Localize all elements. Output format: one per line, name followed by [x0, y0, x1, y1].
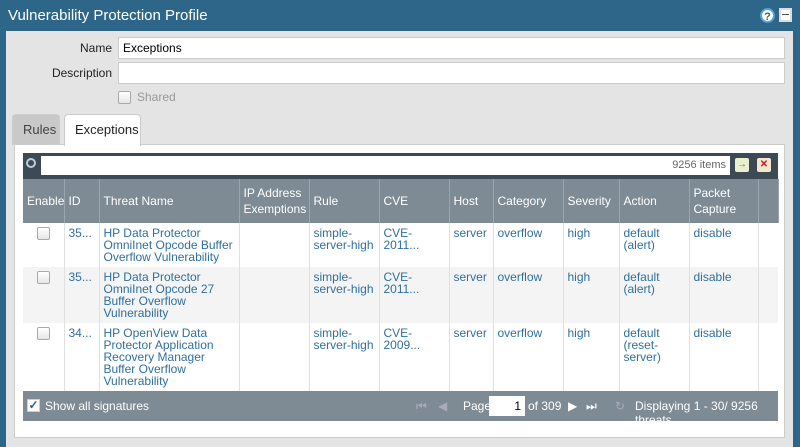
description-label: Description [51, 66, 112, 80]
background-strip [793, 31, 800, 447]
name-input[interactable]: Exceptions [118, 37, 785, 59]
host-cell[interactable]: server [449, 323, 494, 391]
column-enable[interactable]: Enable [23, 179, 65, 223]
threat-cell[interactable]: HP Data Protector OmniInet Opcode Buffer… [99, 223, 240, 267]
category-cell[interactable]: overflow [493, 267, 564, 323]
enable-cell [23, 223, 65, 267]
capture-cell[interactable]: disable [689, 223, 759, 267]
window-title: Vulnerability Protection Profile [8, 7, 208, 24]
threat-cell[interactable]: HP OpenView Data Protector Application R… [99, 323, 240, 391]
clear-filter-icon[interactable]: ✕ [757, 158, 771, 172]
show-all-checkbox[interactable]: ✓ [27, 399, 40, 412]
shared-label: Shared [137, 90, 176, 104]
tab-rules[interactable]: Rules [12, 114, 60, 145]
exceptions-grid: 9256 items → ✕ Enable ID Threat Name IP … [23, 153, 779, 427]
window-titlebar: Vulnerability Protection Profile ? [0, 0, 800, 31]
table-header: Enable ID Threat Name IP Address Exempti… [23, 179, 779, 223]
rule-cell[interactable]: simple-server-high [309, 267, 380, 323]
cve-cell[interactable]: CVE-2011... [379, 223, 450, 267]
category-cell[interactable]: overflow [493, 223, 564, 267]
severity-cell[interactable]: high [563, 267, 620, 323]
host-cell[interactable]: server [449, 223, 494, 267]
id-cell[interactable]: 35... [64, 267, 100, 323]
help-icon[interactable]: ? [760, 8, 775, 23]
enable-checkbox[interactable] [36, 227, 50, 240]
tab-exceptions[interactable]: Exceptions [64, 114, 141, 146]
severity-cell[interactable]: high [563, 323, 620, 391]
action-cell[interactable]: default (alert) [619, 223, 690, 267]
category-cell[interactable]: overflow [493, 323, 564, 391]
rule-cell[interactable]: simple-server-high [309, 223, 380, 267]
id-cell[interactable]: 35... [64, 223, 100, 267]
shared-checkbox[interactable] [118, 90, 131, 104]
column-action[interactable]: Action [619, 179, 690, 223]
enable-checkbox[interactable] [36, 327, 50, 340]
apply-filter-icon[interactable]: → [735, 158, 749, 172]
capture-cell[interactable]: disable [689, 323, 759, 391]
column-rule[interactable]: Rule [309, 179, 380, 223]
page-total: of 309 [528, 399, 562, 413]
maximize-icon[interactable] [779, 8, 792, 22]
shared-option: Shared [118, 90, 176, 104]
column-severity[interactable]: Severity [563, 179, 620, 223]
rule-cell[interactable]: simple-server-high [309, 323, 380, 391]
column-ip-exemptions[interactable]: IP Address Exemptions [239, 179, 310, 223]
description-input[interactable] [118, 62, 785, 84]
first-page-icon[interactable]: ⏮ [416, 399, 427, 414]
dialog-body: Name Exceptions Description Shared Rules… [6, 31, 793, 447]
page-input[interactable]: 1 [489, 396, 525, 416]
next-page-icon[interactable]: ▶ [568, 399, 577, 413]
search-icon [26, 158, 36, 168]
action-cell[interactable]: default (alert) [619, 267, 690, 323]
cve-cell[interactable]: CVE-2009... [379, 323, 450, 391]
table-row[interactable]: 34... HP OpenView Data Protector Applicat… [23, 323, 778, 391]
cve-cell[interactable]: CVE-2011... [379, 267, 450, 323]
last-page-icon[interactable]: ⏭ [586, 399, 597, 414]
table-body[interactable]: 35... HP Data Protector OmniInet Opcode B… [23, 223, 778, 391]
enable-cell [23, 267, 65, 323]
table-row[interactable]: 35... HP Data Protector OmniInet Opcode B… [23, 223, 778, 267]
ip-cell [239, 267, 310, 323]
column-packet-capture[interactable]: Packet Capture [689, 179, 759, 223]
capture-cell[interactable]: disable [689, 267, 759, 323]
table-row[interactable]: 35... HP Data Protector OmniInet Opcode 2… [23, 267, 778, 323]
page-label: Page [463, 399, 492, 413]
column-threat-name[interactable]: Threat Name [99, 179, 240, 223]
show-all-label: Show all signatures [45, 399, 150, 413]
exceptions-table: Enable ID Threat Name IP Address Exempti… [23, 179, 779, 223]
enable-checkbox[interactable] [36, 271, 50, 284]
enable-cell [23, 323, 65, 391]
refresh-icon[interactable]: ↻ [615, 399, 625, 413]
id-cell[interactable]: 34... [64, 323, 100, 391]
displaying-text: Displaying 1 - 30/ 9256 threats [635, 399, 758, 427]
column-spacer [758, 179, 779, 223]
search-input[interactable]: 9256 items [41, 156, 730, 175]
threat-cell[interactable]: HP Data Protector OmniInet Opcode 27 Buf… [99, 267, 240, 323]
spacer-cell [758, 223, 778, 267]
column-id[interactable]: ID [64, 179, 100, 223]
grid-toolbar: 9256 items → ✕ [23, 153, 778, 179]
exceptions-panel: 9256 items → ✕ Enable ID Threat Name IP … [14, 144, 785, 438]
prev-page-icon[interactable]: ◀ [438, 399, 447, 413]
severity-cell[interactable]: high [563, 223, 620, 267]
name-label: Name [79, 41, 112, 55]
column-category[interactable]: Category [493, 179, 564, 223]
spacer-cell [758, 323, 778, 391]
ip-cell [239, 223, 310, 267]
grid-footer: ✓ Show all signatures ⏮ ◀ Page 1 of 309 … [23, 391, 778, 427]
host-cell[interactable]: server [449, 267, 494, 323]
ip-cell [239, 323, 310, 391]
spacer-cell [758, 267, 778, 323]
action-cell[interactable]: default (reset-server) [619, 323, 690, 391]
column-host[interactable]: Host [449, 179, 494, 223]
column-cve[interactable]: CVE [379, 179, 450, 223]
